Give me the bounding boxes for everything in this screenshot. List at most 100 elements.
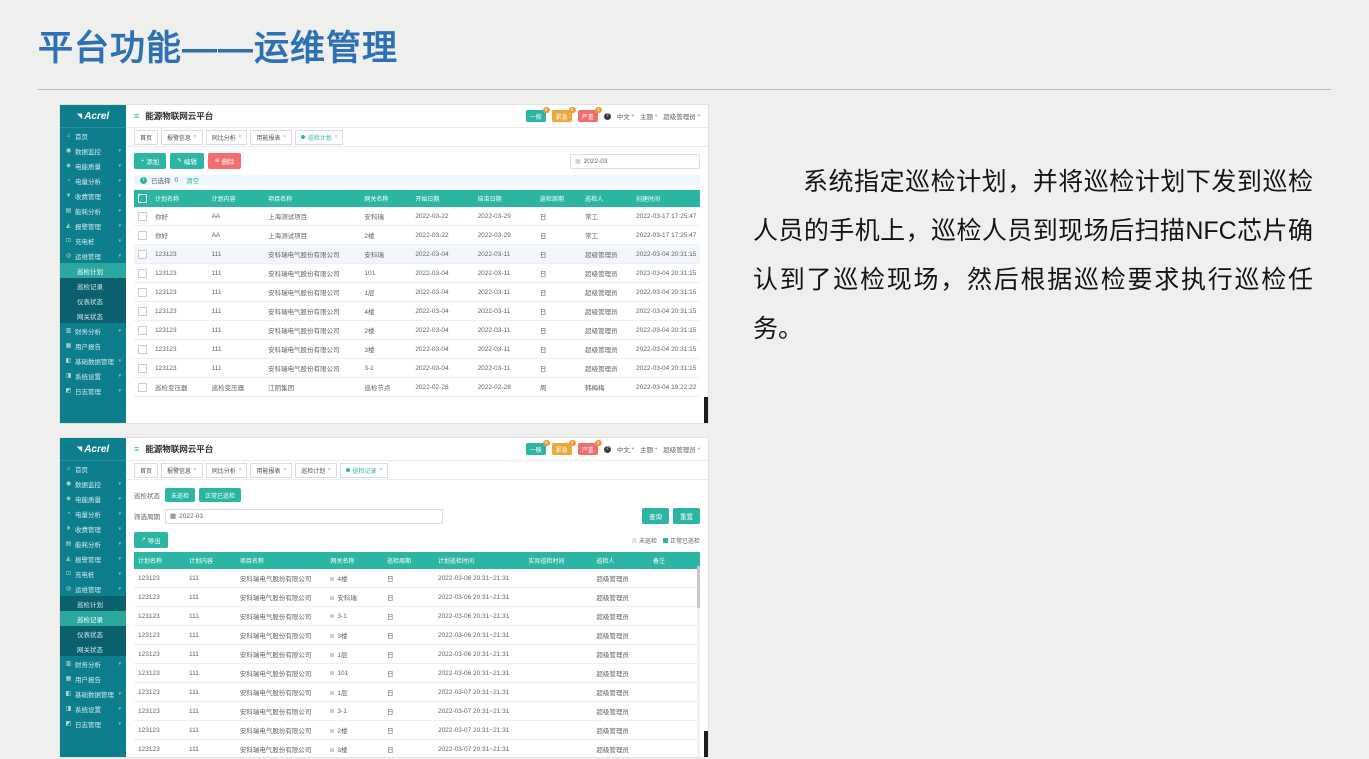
table-row[interactable]: 巡检变压器巡检变压器江阴集团巡检节点2022-02-282022-02-28周韩…: [134, 378, 700, 397]
sidebar-item-电量分析[interactable]: ◔电量分析▾: [60, 506, 126, 521]
table-row[interactable]: 123123111安科瑞电气股份有限公司3楼日2022-03-07 20:31~…: [134, 740, 700, 758]
row-checkbox[interactable]: [138, 269, 147, 278]
sidebar-subitem-仪表状态[interactable]: 仪表状态: [60, 293, 126, 308]
close-tab-icon[interactable]: ×: [283, 467, 286, 473]
sidebar-item-能耗分析[interactable]: ▤能耗分析▾: [60, 536, 126, 551]
tab-巡检记录[interactable]: 巡检记录×: [340, 463, 388, 478]
scrollbar-thumb[interactable]: [704, 731, 708, 757]
language-select[interactable]: 中文▾: [617, 444, 634, 454]
close-tab-icon[interactable]: ×: [194, 467, 197, 473]
tab-同比分析[interactable]: 同比分析×: [206, 463, 248, 478]
table-row[interactable]: 123123111安科瑞电气股份有限公司3-1日2022-03-06 20:31…: [134, 607, 700, 626]
sidebar-item-电量分析[interactable]: ◔电量分析▾: [60, 173, 126, 188]
table-row[interactable]: 123123111安科瑞电气股份有限公司3-1日2022-03-07 20:31…: [134, 702, 700, 721]
close-tab-icon[interactable]: ×: [328, 467, 331, 473]
sidebar-item-电能质量[interactable]: ◈电能质量▾: [60, 158, 126, 173]
table-row[interactable]: 123123111安科瑞电气股份有限公司2楼2022-03-042022-03-…: [134, 321, 700, 340]
table-row[interactable]: 123123111安科瑞电气股份有限公司3楼2022-03-042022-03-…: [134, 340, 700, 359]
close-tab-icon[interactable]: ×: [379, 467, 382, 473]
select-all-checkbox[interactable]: [138, 194, 147, 203]
table-row[interactable]: 123123111安科瑞电气股份有限公司安科瑞日2022-03-06 20:31…: [134, 588, 700, 607]
sidebar-subitem-巡检记录[interactable]: 巡检记录: [60, 611, 126, 626]
sidebar-item-运维管理[interactable]: ◎运维管理▾: [60, 248, 126, 263]
table-row[interactable]: 123123111安科瑞电气股份有限公司101日2022-03-06 20:31…: [134, 664, 700, 683]
scrollbar-thumb[interactable]: [704, 397, 708, 423]
close-tab-icon[interactable]: ×: [238, 134, 241, 140]
sidebar-item-首页[interactable]: ⌂首页: [60, 461, 126, 476]
period-picker-input[interactable]: ▦ 2022-03: [165, 509, 443, 524]
sidebar-subitem-仪表状态[interactable]: 仪表状态: [60, 626, 126, 641]
close-tab-icon[interactable]: ×: [238, 467, 241, 473]
alarm-badge-一般[interactable]: 一般0: [526, 110, 546, 122]
delete-button[interactable]: ⊗删除: [208, 153, 242, 169]
table-row[interactable]: 你好AA上海测试项目2楼2022-03-222022-03-29日常工2022-…: [134, 226, 700, 245]
table-row[interactable]: 123123111安科瑞电气股份有限公司4楼日2022-03-06 20:31~…: [134, 569, 700, 588]
month-picker-input[interactable]: ▦ 2022-03: [570, 154, 700, 169]
table-row[interactable]: 123123111安科瑞电气股份有限公司3-12022-03-042022-03…: [134, 359, 700, 378]
sidebar-item-充电桩[interactable]: ⊡充电桩▾: [60, 233, 126, 248]
sidebar-item-基础数据管理[interactable]: ◧基础数据管理▾: [60, 686, 126, 701]
alarm-badge-严重[interactable]: 严重1: [578, 443, 598, 455]
sidebar-subitem-巡检计划[interactable]: 巡检计划: [60, 263, 126, 278]
table-row[interactable]: 123123111安科瑞电气股份有限公司1012022-03-042022-03…: [134, 264, 700, 283]
status-chip-正常已巡检[interactable]: 正常已巡检: [199, 488, 241, 502]
user-menu[interactable]: 超级管理员▾: [663, 111, 700, 121]
clear-selection-link[interactable]: 清空: [186, 175, 199, 185]
row-checkbox[interactable]: [138, 345, 147, 354]
sidebar-item-系统设置[interactable]: ◨系统设置▾: [60, 368, 126, 383]
tab-用能报表[interactable]: 用能报表×: [250, 130, 292, 145]
sidebar-item-电能质量[interactable]: ◈电能质量▾: [60, 491, 126, 506]
table-row[interactable]: 123123111安科瑞电气股份有限公司安科瑞2022-03-042022-03…: [134, 245, 700, 264]
sidebar-item-用户报告[interactable]: ▦用户报告: [60, 671, 126, 686]
row-checkbox[interactable]: [138, 326, 147, 335]
user-menu[interactable]: 超级管理员▾: [663, 444, 700, 454]
table-scrollbar[interactable]: [697, 566, 700, 757]
table-row[interactable]: 123123111安科瑞电气股份有限公司3楼日2022-03-06 20:31~…: [134, 626, 700, 645]
alarm-badge-紧急[interactable]: 紧急0: [552, 443, 572, 455]
menu-toggle-icon[interactable]: ≡: [134, 111, 139, 121]
sidebar-item-报警管理[interactable]: ◭报警管理▾: [60, 551, 126, 566]
row-checkbox[interactable]: [138, 307, 147, 316]
row-checkbox[interactable]: [138, 250, 147, 259]
sidebar-subitem-网关状态[interactable]: 网关状态: [60, 641, 126, 656]
sidebar-subitem-巡检记录[interactable]: 巡检记录: [60, 278, 126, 293]
table-row[interactable]: 123123111安科瑞电气股份有限公司1层2022-03-042022-03-…: [134, 283, 700, 302]
sidebar-item-数据监控[interactable]: ◉数据监控▾: [60, 476, 126, 491]
search-button[interactable]: 查询: [642, 508, 669, 524]
sidebar-item-首页[interactable]: ⌂首页: [60, 128, 126, 143]
table-scrollbar-thumb[interactable]: [697, 566, 700, 608]
sidebar-item-充电桩[interactable]: ⊡充电桩▾: [60, 566, 126, 581]
sidebar-item-能耗分析[interactable]: ▤能耗分析▾: [60, 203, 126, 218]
sidebar-item-收费管理[interactable]: ¥收费管理▾: [60, 521, 126, 536]
sidebar-subitem-网关状态[interactable]: 网关状态: [60, 308, 126, 323]
sidebar-item-运维管理[interactable]: ◎运维管理▾: [60, 581, 126, 596]
table-row[interactable]: 123123111安科瑞电气股份有限公司1层日2022-03-07 20:31~…: [134, 683, 700, 702]
sidebar-item-报警管理[interactable]: ◭报警管理▾: [60, 218, 126, 233]
tab-巡检计划[interactable]: 巡检计划×: [295, 130, 343, 145]
table-row[interactable]: 你好AA上海测试项目安科瑞2022-03-222022-03-29日常工2022…: [134, 207, 700, 226]
tab-同比分析[interactable]: 同比分析×: [206, 130, 248, 145]
table-row[interactable]: 123123111安科瑞电气股份有限公司1层日2022-03-06 20:31~…: [134, 645, 700, 664]
alarm-badge-紧急[interactable]: 紧急0: [552, 110, 572, 122]
row-checkbox[interactable]: [138, 212, 147, 221]
edit-button[interactable]: ✎编辑: [170, 153, 204, 169]
sidebar-item-财务分析[interactable]: ▥财务分析▾: [60, 323, 126, 338]
tab-首页[interactable]: 首页: [134, 130, 158, 145]
tab-用能报表[interactable]: 用能报表×: [250, 463, 292, 478]
close-tab-icon[interactable]: ×: [334, 134, 337, 140]
row-checkbox[interactable]: [138, 288, 147, 297]
theme-select[interactable]: 主题▾: [640, 111, 657, 121]
reset-button[interactable]: 重置: [673, 508, 700, 524]
status-chip-未巡检[interactable]: 未巡检: [165, 488, 195, 502]
sidebar-item-系统设置[interactable]: ◨系统设置▾: [60, 701, 126, 716]
close-tab-icon[interactable]: ×: [194, 134, 197, 140]
sidebar-item-收费管理[interactable]: ¥收费管理▾: [60, 188, 126, 203]
table-row[interactable]: 123123111安科瑞电气股份有限公司2楼日2022-03-07 20:31~…: [134, 721, 700, 740]
tab-首页[interactable]: 首页: [134, 463, 158, 478]
tab-巡检计划[interactable]: 巡检计划×: [295, 463, 337, 478]
sidebar-item-日志管理[interactable]: ◩日志管理▾: [60, 716, 126, 731]
tab-报警信息[interactable]: 报警信息×: [161, 463, 203, 478]
table-row[interactable]: 123123111安科瑞电气股份有限公司4楼2022-03-042022-03-…: [134, 302, 700, 321]
language-select[interactable]: 中文▾: [617, 111, 634, 121]
theme-select[interactable]: 主题▾: [640, 444, 657, 454]
